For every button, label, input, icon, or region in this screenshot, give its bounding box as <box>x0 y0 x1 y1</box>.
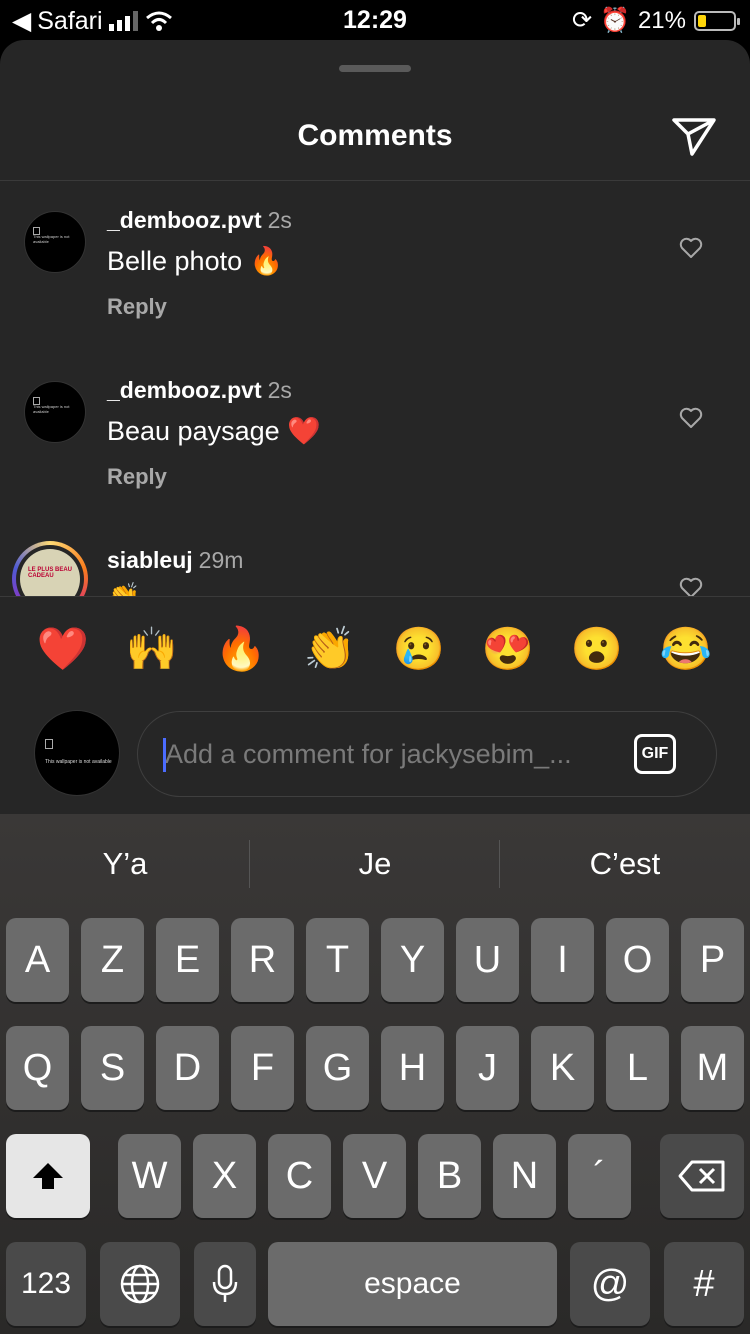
sheet-grabber[interactable] <box>339 65 411 72</box>
status-bar: ◀ Safari 12:29 ⟳ ⏰ 21% <box>0 0 750 40</box>
comment-input[interactable]: Add a comment for jackysebim_... GIF <box>137 711 717 797</box>
emoji-laughing[interactable]: 😂 <box>656 625 716 674</box>
globe-key[interactable] <box>100 1242 180 1326</box>
battery-icon <box>694 10 740 31</box>
comment-time: 29m <box>198 547 244 573</box>
key-u[interactable]: U <box>456 918 519 1002</box>
key-l[interactable]: L <box>606 1026 669 1110</box>
key-z[interactable]: Z <box>81 918 144 1002</box>
emoji-surprised[interactable]: 😮 <box>567 625 627 674</box>
like-heart-icon[interactable] <box>679 407 703 429</box>
microphone-icon <box>212 1264 238 1302</box>
keyboard: Y’a Je C’est A Z E R T Y U I O P Q S D F… <box>0 814 750 1334</box>
comment-item: This wallpaper is not available _dembooz… <box>0 181 750 331</box>
key-b[interactable]: B <box>418 1134 481 1218</box>
backspace-icon <box>678 1160 725 1192</box>
emoji-red-heart[interactable]: ❤️ <box>33 625 93 674</box>
key-acute-accent[interactable]: ´ <box>568 1134 631 1218</box>
emoji-raising-hands[interactable]: 🙌 <box>122 625 182 674</box>
suggestion-2[interactable]: Je <box>250 814 500 914</box>
key-e[interactable]: E <box>156 918 219 1002</box>
key-d[interactable]: D <box>156 1026 219 1110</box>
key-j[interactable]: J <box>456 1026 519 1110</box>
key-c[interactable]: C <box>268 1134 331 1218</box>
key-x[interactable]: X <box>193 1134 256 1218</box>
key-r[interactable]: R <box>231 918 294 1002</box>
shift-key[interactable] <box>6 1134 90 1218</box>
comment-placeholder: Add a comment for jackysebim_... <box>165 739 572 769</box>
like-heart-icon[interactable] <box>679 237 703 259</box>
comments-sheet: Comments This wallpaper is not available… <box>0 40 750 814</box>
suggestion-1[interactable]: Y’a <box>0 814 250 914</box>
key-q[interactable]: Q <box>6 1026 69 1110</box>
emoji-quick-bar: ❤️ 🙌 🔥 👏 😢 😍 😮 😂 <box>0 596 750 707</box>
key-a[interactable]: A <box>6 918 69 1002</box>
key-y[interactable]: Y <box>381 918 444 1002</box>
key-p[interactable]: P <box>681 918 744 1002</box>
numbers-key[interactable]: 123 <box>6 1242 86 1326</box>
dictation-key[interactable] <box>194 1242 256 1326</box>
sheet-title: Comments <box>297 119 453 152</box>
my-avatar: This wallpaper is not available <box>34 710 120 796</box>
comment-header: _dembooz.pvt 2s <box>107 377 292 404</box>
emoji-crying[interactable]: 😢 <box>389 625 449 674</box>
backspace-key[interactable] <box>660 1134 744 1218</box>
key-t[interactable]: T <box>306 918 369 1002</box>
avatar[interactable]: This wallpaper is not available <box>24 381 86 443</box>
shift-arrow-icon <box>33 1163 63 1189</box>
at-key[interactable]: @ <box>570 1242 650 1326</box>
key-m[interactable]: M <box>681 1026 744 1110</box>
reply-button[interactable]: Reply <box>107 294 167 320</box>
key-o[interactable]: O <box>606 918 669 1002</box>
comment-username[interactable]: siableuj <box>107 547 193 573</box>
battery-percent: 21% <box>637 6 686 34</box>
emoji-clapping[interactable]: 👏 <box>300 625 360 674</box>
comment-item: This wallpaper is not available _dembooz… <box>0 351 750 501</box>
hash-key[interactable]: # <box>664 1242 744 1326</box>
alarm-icon: ⏰ <box>600 7 630 34</box>
comment-time: 2s <box>267 207 292 233</box>
key-n[interactable]: N <box>493 1134 556 1218</box>
key-g[interactable]: G <box>306 1026 369 1110</box>
rotation-lock-icon: ⟳ <box>571 7 593 34</box>
key-i[interactable]: I <box>531 918 594 1002</box>
comment-username[interactable]: _dembooz.pvt <box>107 207 262 233</box>
key-f[interactable]: F <box>231 1026 294 1110</box>
avatar[interactable]: This wallpaper is not available <box>24 211 86 273</box>
comment-composer: This wallpaper is not available Add a co… <box>0 706 750 814</box>
key-s[interactable]: S <box>81 1026 144 1110</box>
share-send-icon[interactable] <box>670 114 718 158</box>
comment-header: siableuj 29m <box>107 547 243 574</box>
emoji-fire[interactable]: 🔥 <box>211 625 271 674</box>
key-w[interactable]: W <box>118 1134 181 1218</box>
gif-button[interactable]: GIF <box>634 734 676 774</box>
comment-header: _dembooz.pvt 2s <box>107 207 292 234</box>
globe-icon <box>120 1264 160 1304</box>
suggestion-3[interactable]: C’est <box>500 814 750 914</box>
space-key[interactable]: espace <box>268 1242 557 1326</box>
key-h[interactable]: H <box>381 1026 444 1110</box>
key-k[interactable]: K <box>531 1026 594 1110</box>
comment-text: Beau paysage ❤️ <box>107 416 321 446</box>
comment-time: 2s <box>267 377 292 403</box>
status-right: ⟳ ⏰ 21% <box>571 6 740 35</box>
key-v[interactable]: V <box>343 1134 406 1218</box>
text-caret <box>163 738 166 772</box>
comment-text: Belle photo 🔥 <box>107 246 284 276</box>
reply-button[interactable]: Reply <box>107 464 167 490</box>
emoji-heart-eyes[interactable]: 😍 <box>478 625 538 674</box>
comment-username[interactable]: _dembooz.pvt <box>107 377 262 403</box>
